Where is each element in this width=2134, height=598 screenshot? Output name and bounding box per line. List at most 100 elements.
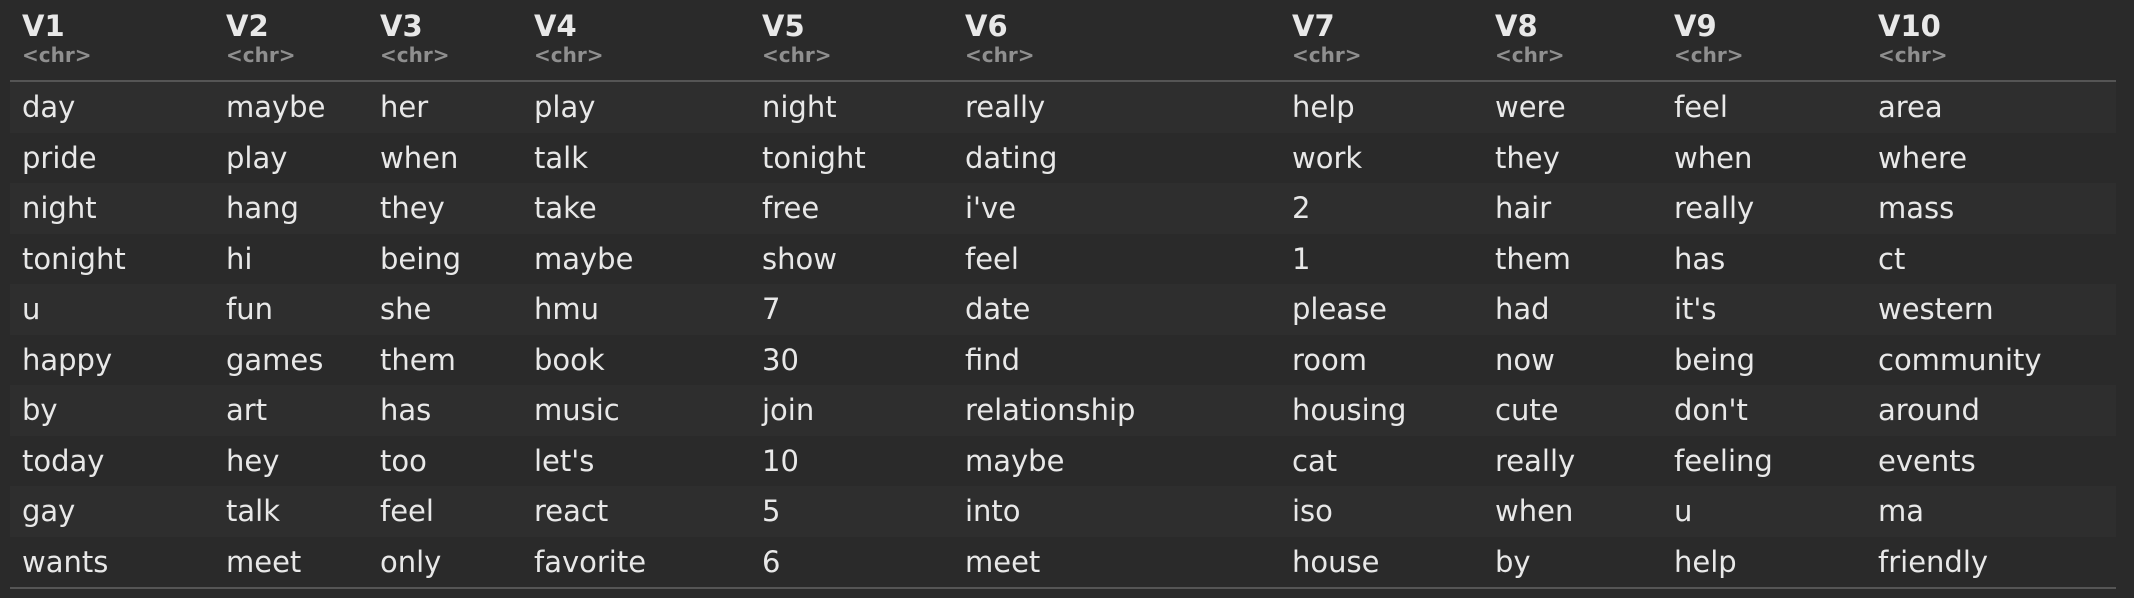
column-name: V2 bbox=[226, 9, 269, 43]
column-header-v4[interactable]: V4 <chr> bbox=[522, 0, 750, 82]
data-table: V1 <chr> V2 <chr> V3 <chr> V4 <chr> V5 <chr> V6 <ch… bbox=[10, 0, 2116, 589]
column-header-v3[interactable]: V3 <chr> bbox=[368, 0, 522, 82]
data-frame-viewer: V1 <chr> V2 <chr> V3 <chr> V4 <chr> V5 <chr> V6 <ch… bbox=[0, 0, 2134, 598]
table-cell: when bbox=[1662, 132, 1866, 183]
table-cell: housing bbox=[1280, 385, 1483, 436]
table-cell: were bbox=[1483, 81, 1662, 133]
table-cell: night bbox=[750, 81, 953, 133]
table-cell: night bbox=[10, 183, 214, 234]
table-cell: area bbox=[1866, 81, 2116, 133]
table-cell: them bbox=[368, 334, 522, 385]
table-cell: u bbox=[10, 284, 214, 335]
column-header-v2[interactable]: V2 <chr> bbox=[214, 0, 368, 82]
table-cell: feel bbox=[953, 233, 1280, 284]
header-row: V1 <chr> V2 <chr> V3 <chr> V4 <chr> V5 <chr> V6 <ch… bbox=[10, 0, 2116, 82]
column-type: <chr> bbox=[226, 43, 296, 67]
table-cell: events bbox=[1866, 435, 2116, 486]
table-cell: them bbox=[1483, 233, 1662, 284]
table-cell: feel bbox=[368, 486, 522, 537]
table-cell: feel bbox=[1662, 81, 1866, 133]
table-cell: into bbox=[953, 486, 1280, 537]
table-cell: hi bbox=[214, 233, 368, 284]
table-cell: dating bbox=[953, 132, 1280, 183]
table-cell: really bbox=[1662, 183, 1866, 234]
table-cell: help bbox=[1280, 81, 1483, 133]
table-cell: community bbox=[1866, 334, 2116, 385]
table-cell: fun bbox=[214, 284, 368, 335]
table-cell: take bbox=[522, 183, 750, 234]
table-cell: by bbox=[10, 385, 214, 436]
column-header-v1[interactable]: V1 <chr> bbox=[10, 0, 214, 82]
table-cell: 2 bbox=[1280, 183, 1483, 234]
table-cell: day bbox=[10, 81, 214, 133]
table-cell: pride bbox=[10, 132, 214, 183]
column-header-v7[interactable]: V7 <chr> bbox=[1280, 0, 1483, 82]
table-cell: it's bbox=[1662, 284, 1866, 335]
table-cell: 6 bbox=[750, 536, 953, 589]
column-name: V8 bbox=[1495, 9, 1538, 43]
column-header-v8[interactable]: V8 <chr> bbox=[1483, 0, 1662, 82]
table-cell: her bbox=[368, 81, 522, 133]
table-cell: join bbox=[750, 385, 953, 436]
table-row: tonight hi being maybe show feel 1 them has ct bbox=[10, 233, 2116, 284]
table-cell: she bbox=[368, 284, 522, 335]
table-cell: free bbox=[750, 183, 953, 234]
table-cell: only bbox=[368, 536, 522, 589]
table-cell: being bbox=[1662, 334, 1866, 385]
table-cell: now bbox=[1483, 334, 1662, 385]
table-cell: wants bbox=[10, 536, 214, 589]
table-row: today hey too let's 10 maybe cat really feeling e… bbox=[10, 435, 2116, 486]
table-cell: western bbox=[1866, 284, 2116, 335]
table-cell: maybe bbox=[522, 233, 750, 284]
table-cell: by bbox=[1483, 536, 1662, 589]
column-header-v5[interactable]: V5 <chr> bbox=[750, 0, 953, 82]
table-cell: ma bbox=[1866, 486, 2116, 537]
table-row: wants meet only favorite 6 meet house by help fri… bbox=[10, 536, 2116, 589]
table-cell: hair bbox=[1483, 183, 1662, 234]
column-type: <chr> bbox=[1878, 43, 1948, 67]
table-cell: music bbox=[522, 385, 750, 436]
table-row: pride play when talk tonight dating work they wh… bbox=[10, 132, 2116, 183]
column-type: <chr> bbox=[1674, 43, 1744, 67]
table-cell: had bbox=[1483, 284, 1662, 335]
column-name: V6 bbox=[965, 9, 1008, 43]
table-cell: talk bbox=[214, 486, 368, 537]
table-cell: don't bbox=[1662, 385, 1866, 436]
column-type: <chr> bbox=[22, 43, 92, 67]
table-cell: when bbox=[1483, 486, 1662, 537]
table-cell: 5 bbox=[750, 486, 953, 537]
table-cell: relationship bbox=[953, 385, 1280, 436]
table-cell: talk bbox=[522, 132, 750, 183]
table-cell: maybe bbox=[953, 435, 1280, 486]
table-row: u fun she hmu 7 date please had it's western bbox=[10, 284, 2116, 335]
table-cell: has bbox=[1662, 233, 1866, 284]
table-row: day maybe her play night really help were feel ar… bbox=[10, 81, 2116, 133]
column-type: <chr> bbox=[762, 43, 832, 67]
table-cell: please bbox=[1280, 284, 1483, 335]
table-cell: show bbox=[750, 233, 953, 284]
table-cell: too bbox=[368, 435, 522, 486]
table-cell: where bbox=[1866, 132, 2116, 183]
table-cell: hang bbox=[214, 183, 368, 234]
column-header-v10[interactable]: V10 <chr> bbox=[1866, 0, 2116, 82]
table-cell: 10 bbox=[750, 435, 953, 486]
column-type: <chr> bbox=[534, 43, 604, 67]
table-row: by art has music join relationship housing cute… bbox=[10, 385, 2116, 436]
table-cell: tonight bbox=[750, 132, 953, 183]
column-header-v6[interactable]: V6 <chr> bbox=[953, 0, 1280, 82]
column-name: V10 bbox=[1878, 9, 1941, 43]
table-cell: today bbox=[10, 435, 214, 486]
table-cell: feeling bbox=[1662, 435, 1866, 486]
table-cell: 30 bbox=[750, 334, 953, 385]
column-name: V9 bbox=[1674, 9, 1717, 43]
table-cell: they bbox=[1483, 132, 1662, 183]
column-type: <chr> bbox=[1495, 43, 1565, 67]
table-cell: cute bbox=[1483, 385, 1662, 436]
table-cell: really bbox=[1483, 435, 1662, 486]
table-row: gay talk feel react 5 into iso when u ma bbox=[10, 486, 2116, 537]
table-cell: hey bbox=[214, 435, 368, 486]
column-type: <chr> bbox=[380, 43, 450, 67]
table-cell: ct bbox=[1866, 233, 2116, 284]
column-header-v9[interactable]: V9 <chr> bbox=[1662, 0, 1866, 82]
column-type: <chr> bbox=[1292, 43, 1362, 67]
